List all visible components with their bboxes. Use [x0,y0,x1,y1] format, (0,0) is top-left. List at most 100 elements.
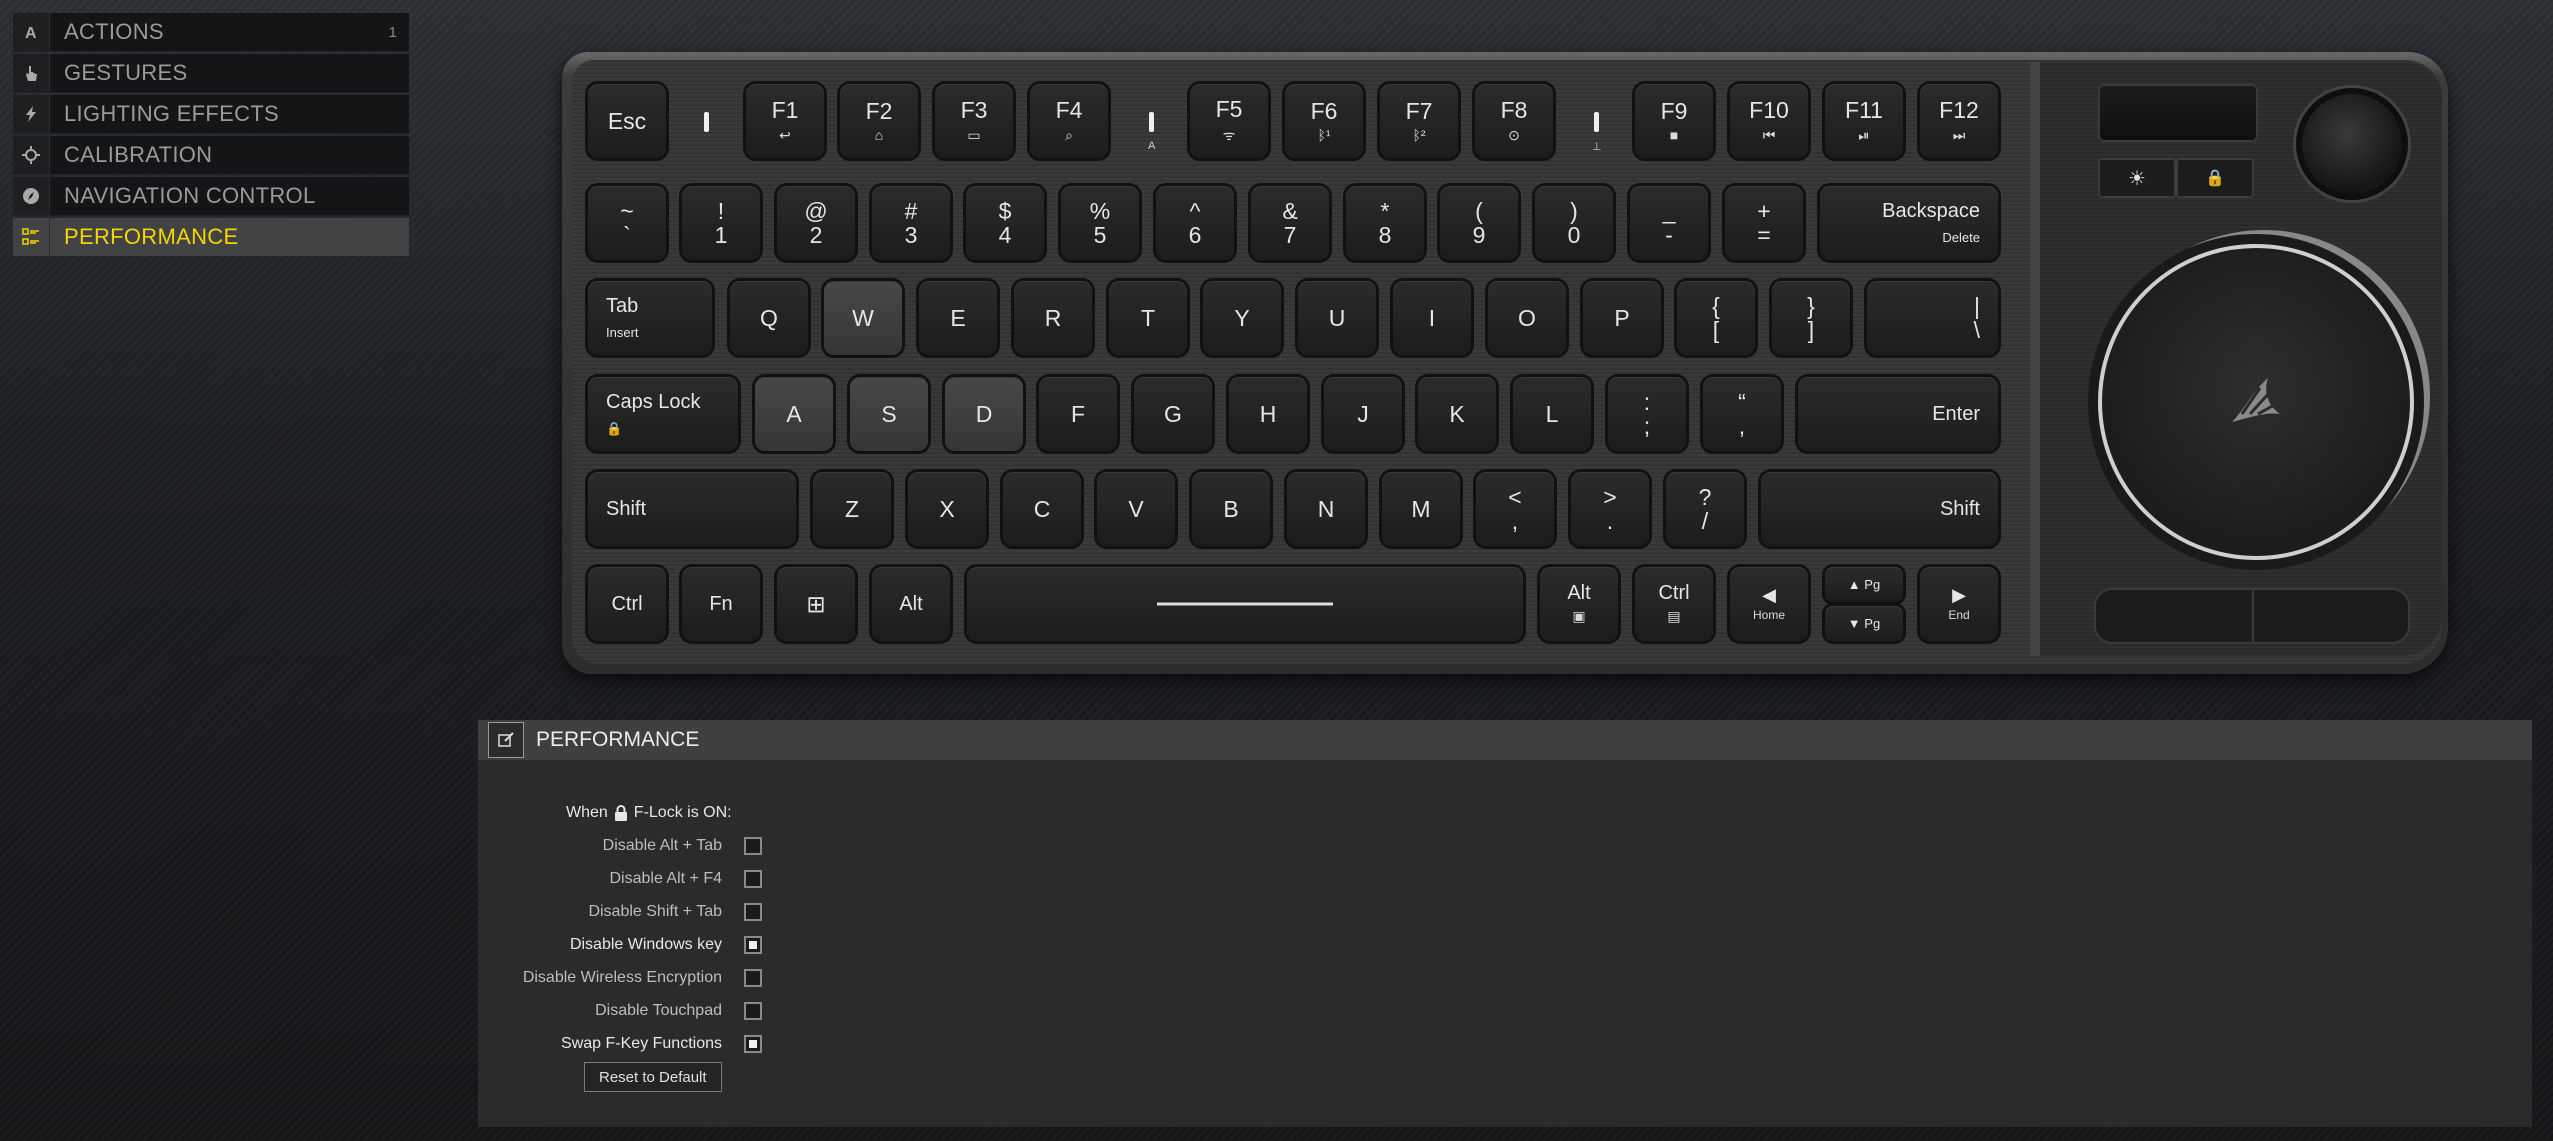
disable-wireless-encryption-checkbox[interactable] [744,969,762,987]
key-x[interactable]: X [908,472,986,546]
key-1[interactable]: ! 1 [682,186,760,260]
swap-f-key-functions-checkbox[interactable] [744,1035,762,1053]
key-n[interactable]: N [1287,472,1365,546]
key-period[interactable]: >. [1571,472,1649,546]
reset-to-default-button[interactable]: Reset to Default [584,1062,722,1092]
disable-alt-f4-checkbox[interactable] [744,870,762,888]
key-tilde[interactable]: ~ ` [588,186,666,260]
key-windows[interactable]: ⊞ [777,567,855,641]
key-right-arrow-end[interactable]: ▶ End [1920,567,1998,641]
key-b[interactable]: B [1192,472,1270,546]
key-f10[interactable]: F10 ⏮ [1730,84,1808,158]
key-r[interactable]: R [1014,281,1092,355]
key-comma[interactable]: <, [1476,472,1554,546]
key-9[interactable]: (9 [1440,186,1518,260]
key-l[interactable]: L [1513,377,1591,451]
touchpad[interactable] [2098,244,2414,560]
touchpad-left-button[interactable] [2094,588,2254,644]
key-f3[interactable]: F3 ▭ [935,84,1013,158]
disable-alt-tab-checkbox[interactable] [744,837,762,855]
key-f5[interactable]: F5 ᯤ [1190,84,1268,158]
key-d[interactable]: D [945,377,1023,451]
edit-icon[interactable] [488,722,524,758]
key-o[interactable]: O [1488,281,1566,355]
key-backslash[interactable]: | \ [1867,281,1998,355]
key-left-alt[interactable]: Alt [872,567,950,641]
key-4[interactable]: $4 [966,186,1044,260]
brightness-button[interactable]: ☀ [2098,158,2176,198]
disable-windows-key-checkbox[interactable] [744,936,762,954]
key-5[interactable]: % 5 [1061,186,1139,260]
key-quote[interactable]: “, [1703,377,1781,451]
key-equals[interactable]: + = [1725,186,1803,260]
key-f1[interactable]: F1 ↩ [746,84,824,158]
lock-button[interactable]: 🔒 [2176,158,2254,198]
key-right-alt[interactable]: Alt ▣ [1540,567,1618,641]
key-v[interactable]: V [1097,472,1175,546]
key-left-bracket[interactable]: {[ [1677,281,1755,355]
status-display [2098,84,2258,142]
key-f[interactable]: F [1039,377,1117,451]
key-p[interactable]: P [1583,281,1661,355]
key-f6[interactable]: F6 ᛒ¹ [1285,84,1363,158]
key-enter[interactable]: Enter [1798,377,1998,451]
key-left-ctrl[interactable]: Ctrl [588,567,666,641]
key-f8[interactable]: F8 ⊙ [1475,84,1553,158]
key-t[interactable]: T [1109,281,1187,355]
key-right-ctrl[interactable]: Ctrl ▤ [1635,567,1713,641]
key-esc[interactable]: Esc [588,84,666,158]
key-right-bracket[interactable]: }] [1772,281,1850,355]
key-y[interactable]: Y [1203,281,1281,355]
key-caps-lock[interactable]: Caps Lock 🔒 [588,377,738,451]
key-0[interactable]: ) 0 [1535,186,1613,260]
key-f4[interactable]: F4 ⌕ [1030,84,1108,158]
key-right-shift[interactable]: Shift [1761,472,1998,546]
key-8[interactable]: * 8 [1346,186,1424,260]
key-e[interactable]: E [919,281,997,355]
key-backspace[interactable]: Backspace Delete [1820,186,1998,260]
volume-knob[interactable] [2296,88,2408,200]
key-left-arrow-home[interactable]: ◀ Home [1730,567,1808,641]
key-tab[interactable]: Tab Insert [588,281,712,355]
key-page-down[interactable]: ▼ Pg [1825,606,1903,641]
key-q[interactable]: Q [730,281,808,355]
key-f12[interactable]: F12 ⏭ [1920,84,1998,158]
key-f2[interactable]: F2 ⌂ [840,84,918,158]
disable-touchpad-checkbox[interactable] [744,1002,762,1020]
key-k[interactable]: K [1418,377,1496,451]
sidebar-item-actions[interactable]: A ACTIONS 1 [13,13,409,52]
key-3[interactable]: #3 [872,186,950,260]
key-f11[interactable]: F11 ⏯ [1825,84,1903,158]
key-c[interactable]: C [1003,472,1081,546]
sidebar-item-gestures[interactable]: GESTURES [13,54,409,93]
key-space[interactable] [967,567,1523,641]
key-slash[interactable]: ? / [1666,472,1744,546]
key-2[interactable]: @2 [777,186,855,260]
key-z[interactable]: Z [813,472,891,546]
key-g[interactable]: G [1134,377,1212,451]
key-a[interactable]: A [755,377,833,451]
key-left-shift[interactable]: Shift [588,472,796,546]
disable-shift-tab-checkbox[interactable] [744,903,762,921]
key-7[interactable]: & 7 [1251,186,1329,260]
sidebar-item-navigation-control[interactable]: NAVIGATION CONTROL [13,177,409,216]
key-fn[interactable]: Fn [682,567,760,641]
key-h[interactable]: H [1229,377,1307,451]
key-minus[interactable]: _ - [1630,186,1708,260]
key-semicolon[interactable]: :; [1608,377,1686,451]
sidebar-item-lighting-effects[interactable]: LIGHTING EFFECTS [13,95,409,134]
key-6[interactable]: ^ 6 [1156,186,1234,260]
key-i[interactable]: I [1393,281,1471,355]
key-m[interactable]: M [1382,472,1460,546]
key-w[interactable]: W [824,281,902,355]
key-page-up[interactable]: ▲ Pg [1825,567,1903,602]
touchpad-right-button[interactable] [2252,588,2410,644]
sidebar-item-calibration[interactable]: CALIBRATION [13,136,409,175]
key-u[interactable]: U [1298,281,1376,355]
sidebar-item-performance[interactable]: PERFORMANCE [13,218,409,257]
keyboard-image: Esc F1 ↩ F2 ⌂ F3 ▭ F4 ⌕ A F5 ᯤ F6 ᛒ¹ F7 ᛒ² F8 ⊙ … [562,52,2448,674]
key-j[interactable]: J [1324,377,1402,451]
key-s[interactable]: S [850,377,928,451]
key-f7[interactable]: F7 ᛒ² [1380,84,1458,158]
key-f9[interactable]: F9 ■ [1635,84,1713,158]
